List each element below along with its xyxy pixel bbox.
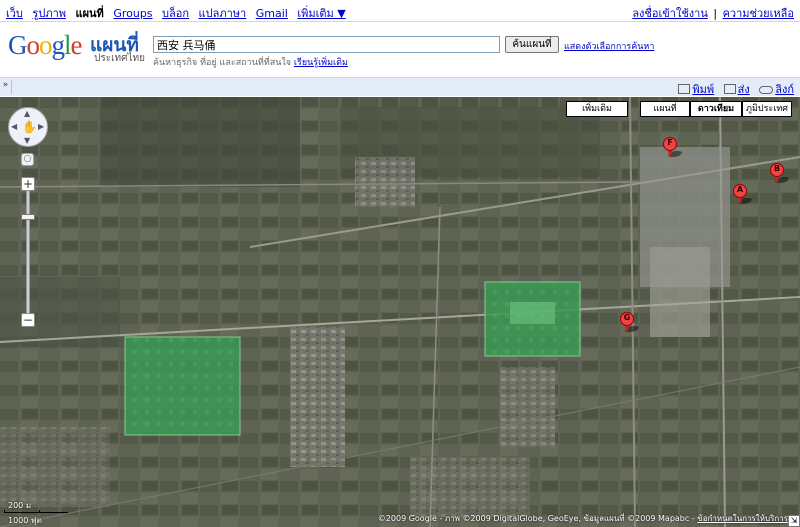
scale-imperial-label: 1000 ฟุต — [8, 516, 42, 525]
map-type-satellite-button[interactable]: ดาวเทียม — [690, 101, 742, 117]
nav-link-groups[interactable]: Groups — [113, 7, 152, 20]
zoom-slider-thumb[interactable] — [21, 214, 35, 220]
satellite-map[interactable]: เพิ่มเติม แผนที่ ดาวเทียม ภูมิประเทศ ✋ ▲… — [0, 97, 800, 527]
zoom-slider-track[interactable] — [26, 191, 30, 313]
top-nav-links: เว็บ รูปภาพ แผนที่ Groups บล็อก แปลภาษา … — [6, 4, 346, 22]
pan-down-icon[interactable]: ▼ — [24, 136, 30, 145]
copyright-text: ©2009 Google - ภาพ ©2009 DigitalGlobe, G… — [377, 514, 698, 523]
search-input[interactable] — [153, 36, 500, 53]
google-logo-text: Google — [8, 30, 82, 60]
account-links: ลงชื่อเข้าใช้งาน | ความช่วยเหลือ — [632, 4, 794, 22]
nav-link-blogs[interactable]: บล็อก — [162, 7, 189, 20]
send-tool[interactable]: ส่ง — [723, 83, 754, 96]
copyright-notice: ©2009 Google - ภาพ ©2009 DigitalGlobe, G… — [378, 512, 788, 525]
overview-map-toggle[interactable]: ⇲ — [788, 515, 800, 527]
learn-more-link[interactable]: เรียนรู้เพิ่มเติม — [294, 58, 348, 68]
pan-left-icon[interactable]: ◀ — [11, 122, 17, 131]
map-scale: 200 ม 1000 ฟุต — [4, 499, 70, 525]
sign-in-link[interactable]: ลงชื่อเข้าใช้งาน — [632, 7, 708, 20]
nav-link-web[interactable]: เว็บ — [6, 7, 23, 20]
help-link[interactable]: ความช่วยเหลือ — [723, 7, 794, 20]
link-tool[interactable]: ลิงก์ — [759, 83, 794, 96]
marker-label: F — [667, 138, 673, 147]
top-navigation-bar: เว็บ รูปภาพ แผนที่ Groups บล็อก แปลภาษา … — [0, 0, 800, 22]
map-marker-f[interactable]: F — [663, 137, 684, 159]
collapse-panel-button[interactable]: » — [0, 80, 12, 94]
link-link[interactable]: ลิงก์ — [775, 83, 794, 96]
search-hint: ค้นหาธุรกิจ ที่อยู่ และสถานที่ที่สนใจ เร… — [153, 55, 348, 69]
link-icon — [759, 86, 774, 94]
send-link[interactable]: ส่ง — [738, 83, 750, 96]
map-type-more-button[interactable]: เพิ่มเติม — [566, 101, 628, 117]
map-type-map-button[interactable]: แผนที่ — [640, 101, 690, 117]
nav-link-maps[interactable]: แผนที่ — [76, 7, 104, 20]
map-marker-g[interactable]: G — [620, 312, 641, 334]
search-options-link[interactable]: แสดงตัวเลือกการค้นหา — [564, 39, 654, 53]
pan-up-icon[interactable]: ▲ — [24, 109, 30, 118]
nav-divider — [0, 21, 800, 22]
zoom-out-button[interactable]: − — [21, 313, 35, 327]
print-tool[interactable]: พิมพ์ — [678, 83, 717, 96]
pan-control[interactable]: ✋ ▲ ▼ ◀ ▶ — [8, 107, 48, 147]
toolbar-tools: พิมพ์ ส่ง ลิงก์ — [672, 80, 794, 98]
nav-link-gmail[interactable]: Gmail — [256, 7, 288, 20]
marker-label: B — [773, 164, 781, 173]
reset-view-button[interactable]: ○ — [21, 153, 34, 166]
separator: | — [713, 7, 718, 20]
map-toolbar: » พิมพ์ ส่ง ลิงก์ — [0, 77, 800, 96]
satellite-imagery — [0, 97, 800, 527]
google-maps-logo[interactable]: Google แผนที่ ประเทศไทย — [8, 30, 150, 64]
map-marker-a[interactable]: A — [733, 184, 754, 206]
map-type-terrain-button[interactable]: ภูมิประเทศ — [742, 101, 792, 117]
country-label: ประเทศไทย — [94, 53, 145, 64]
nav-link-translate[interactable]: แปลภาษา — [199, 7, 247, 20]
nav-link-more[interactable]: เพิ่มเติม ▼ — [297, 7, 345, 20]
marker-label: G — [623, 313, 631, 322]
print-icon — [678, 84, 691, 94]
email-icon — [723, 84, 736, 94]
print-link[interactable]: พิมพ์ — [692, 83, 714, 96]
pan-right-icon[interactable]: ▶ — [38, 122, 44, 131]
zoom-in-button[interactable]: + — [21, 177, 35, 191]
terms-of-service-link[interactable]: ข้อกำหนดในการให้บริการ — [697, 514, 788, 523]
nav-link-images[interactable]: รูปภาพ — [32, 7, 66, 20]
search-hint-text: ค้นหาธุรกิจ ที่อยู่ และสถานที่ที่สนใจ — [153, 58, 292, 68]
hand-icon: ✋ — [22, 120, 37, 134]
scale-bar-imperial — [4, 512, 68, 513]
search-maps-button[interactable]: ค้นแผนที่ — [505, 36, 559, 53]
map-marker-b[interactable]: B — [770, 163, 791, 185]
marker-label: A — [736, 185, 744, 194]
